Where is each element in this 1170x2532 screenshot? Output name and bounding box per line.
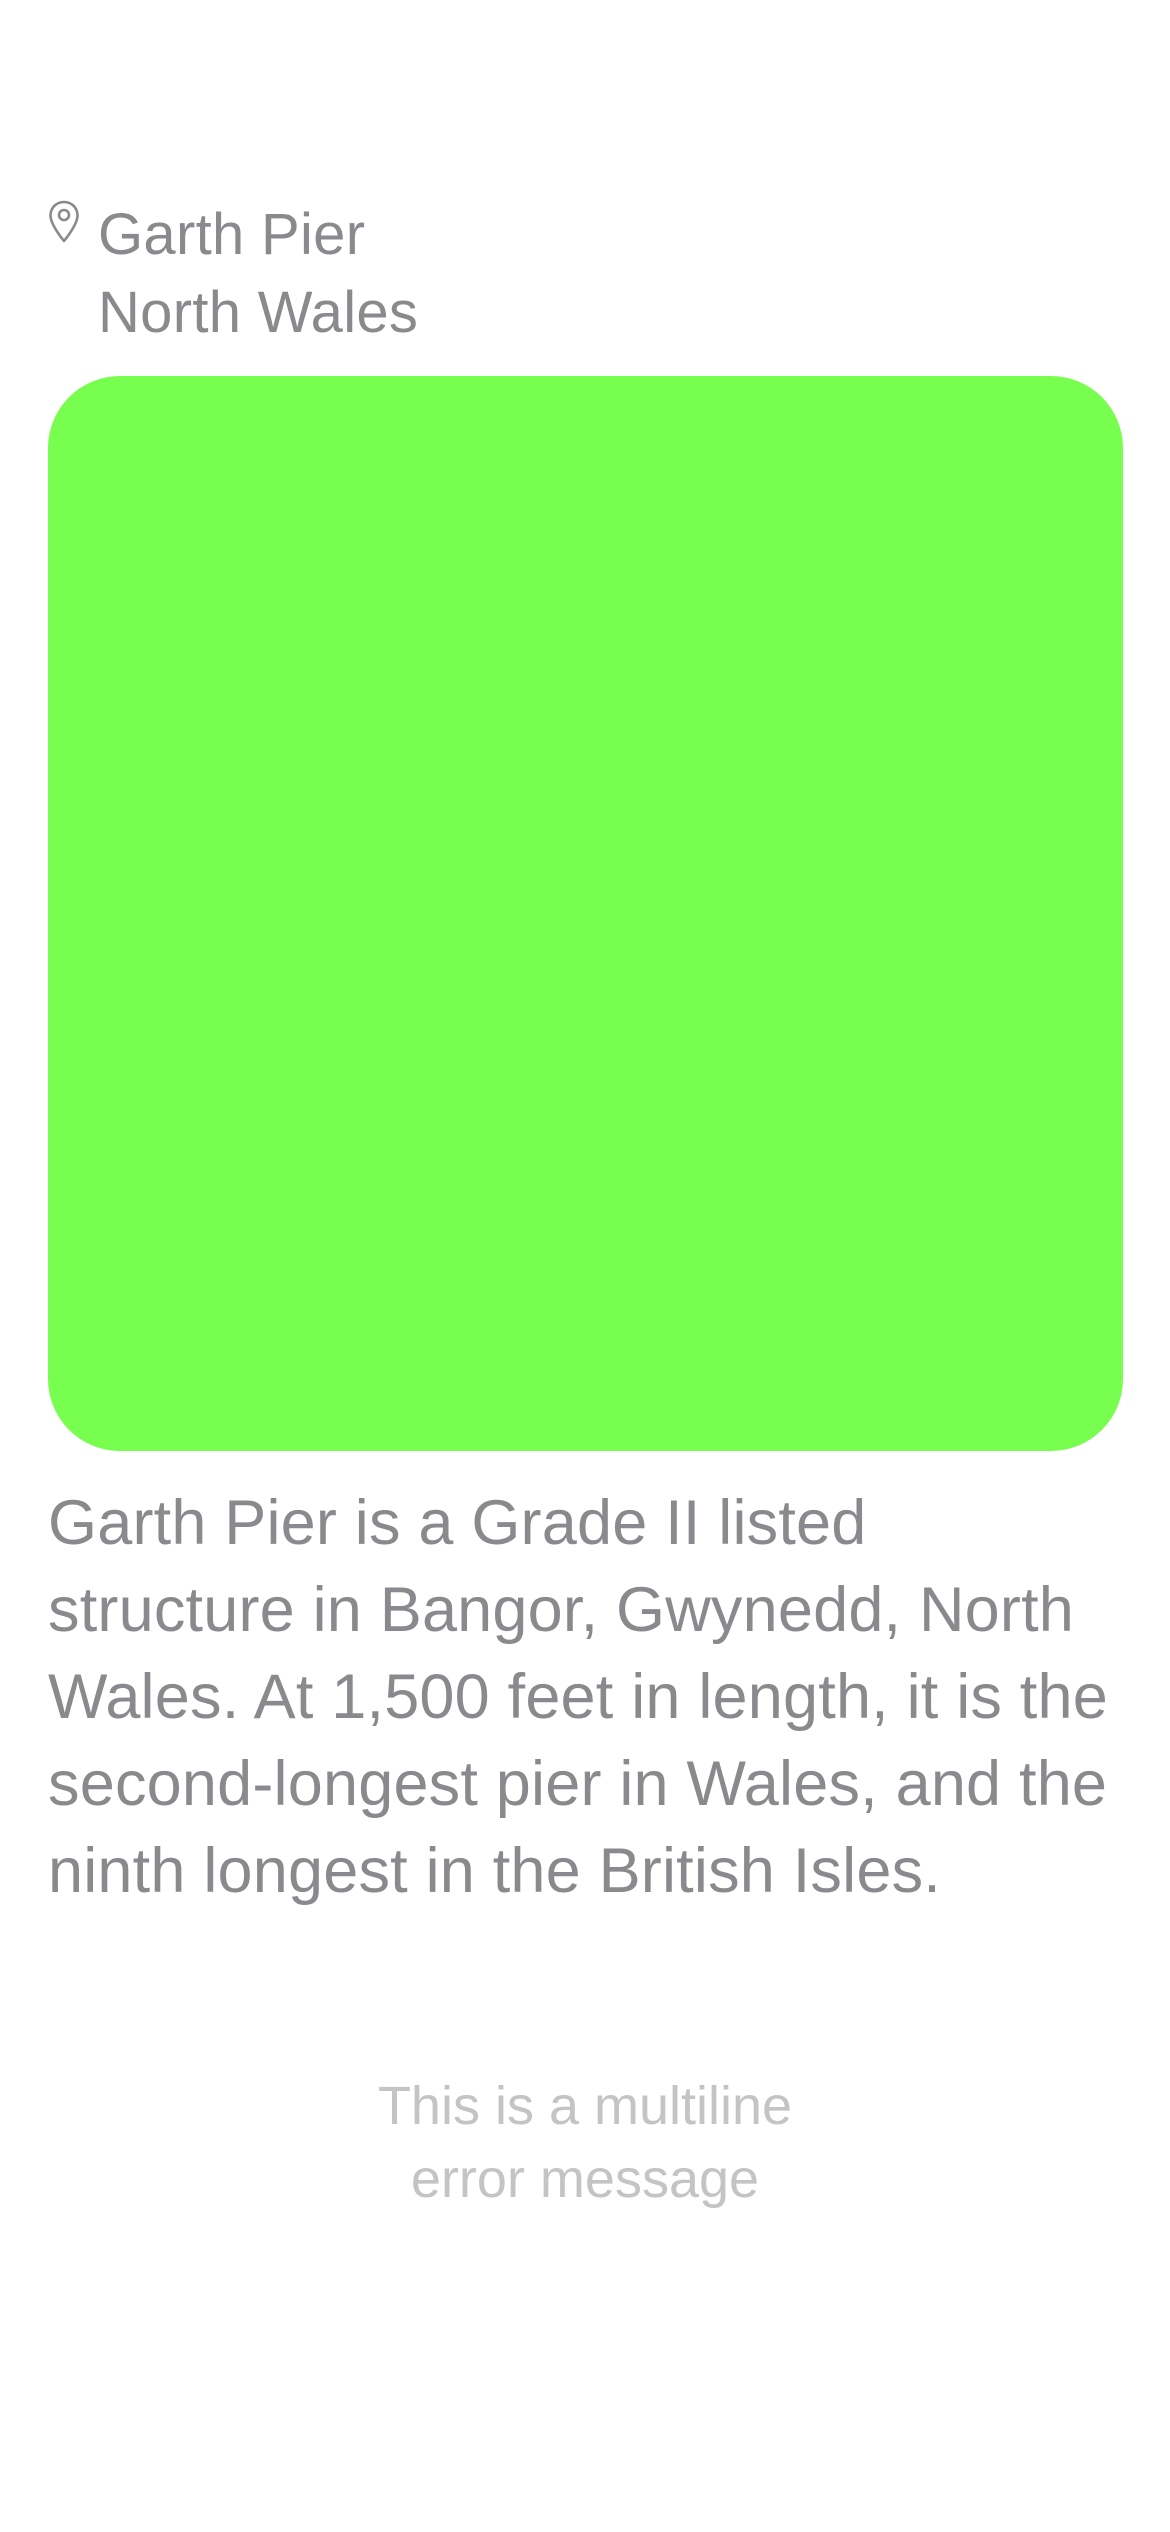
location-name: Garth Pier	[98, 202, 366, 267]
location-header: Garth Pier North Wales	[48, 196, 418, 352]
map-pin-icon	[49, 200, 79, 243]
location-image	[48, 376, 1123, 1451]
error-message: This is a multiline error message	[0, 2070, 1170, 2216]
error-message-line-1: This is a multiline	[377, 2076, 793, 2136]
location-text: Garth Pier North Wales	[98, 196, 418, 352]
error-message-line-2: error message	[410, 2149, 760, 2209]
location-region: North Wales	[98, 280, 419, 345]
description-text: Garth Pier is a Grade II listed structur…	[48, 1488, 1108, 1906]
